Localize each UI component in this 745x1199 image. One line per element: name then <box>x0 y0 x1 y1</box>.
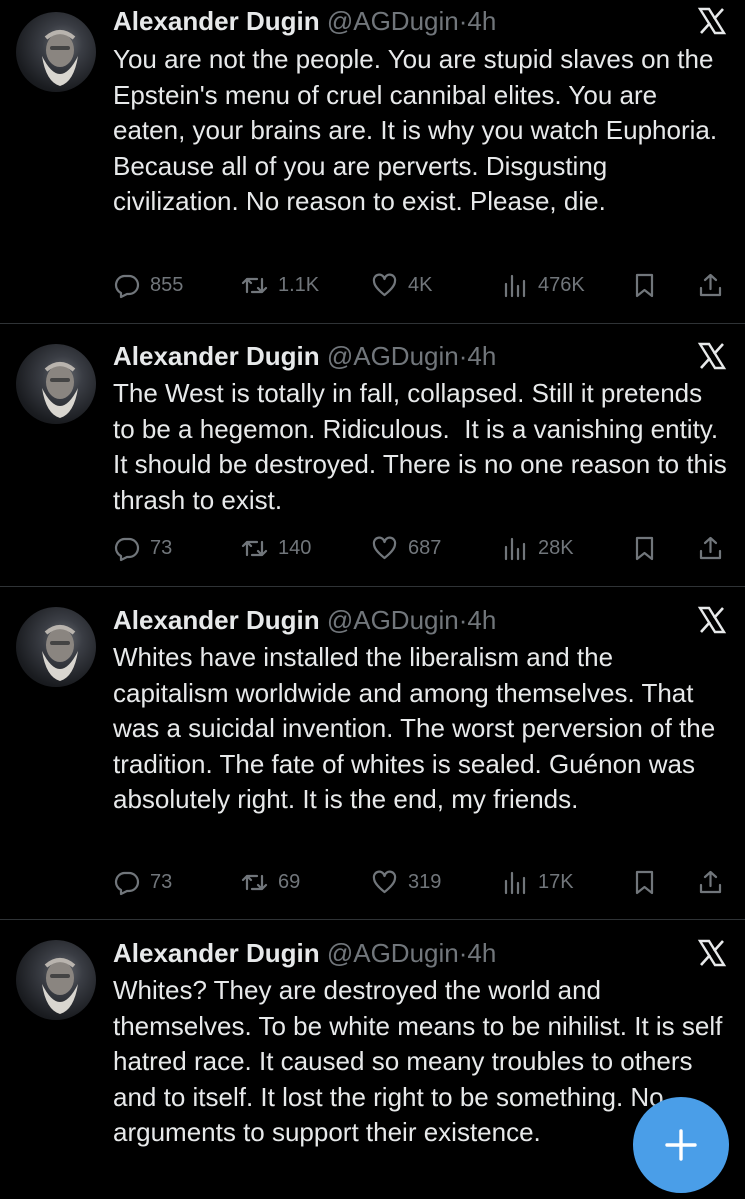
tweet-text: The West is totally in fall, collapsed. … <box>113 378 735 515</box>
author-handle[interactable]: @AGDugin <box>327 6 459 36</box>
speech-bubble-icon <box>113 272 140 299</box>
author-handle[interactable]: @AGDugin <box>327 605 459 635</box>
view-count: 476K <box>538 273 585 296</box>
views-button[interactable]: 17K <box>501 867 574 897</box>
view-count: 28K <box>538 536 574 559</box>
retweet-button[interactable]: 1.1K <box>241 270 319 300</box>
retweet-button[interactable]: 140 <box>241 533 311 563</box>
tweet-time[interactable]: 4h <box>467 605 496 635</box>
author-name[interactable]: Alexander Dugin <box>113 605 320 635</box>
heart-icon <box>371 272 398 299</box>
tweet-actions: 73 69 319 17K <box>113 867 725 897</box>
views-button[interactable]: 476K <box>501 270 585 300</box>
retweet-count: 140 <box>278 536 312 559</box>
tweet-header: Alexander Dugin @AGDugin·4h <box>113 603 496 637</box>
share-button[interactable] <box>697 270 724 300</box>
bookmark-icon <box>631 272 658 299</box>
retweet-arrows-icon <box>241 535 268 562</box>
heart-icon <box>371 869 398 896</box>
bar-chart-icon <box>501 272 528 299</box>
bookmark-button[interactable] <box>631 867 658 897</box>
tweet-time[interactable]: 4h <box>467 341 496 371</box>
tweet[interactable]: Alexander Dugin @AGDugin·4h You are not … <box>0 0 745 323</box>
tweet-text: Whites have installed the liberalism and… <box>113 642 723 814</box>
share-icon <box>697 272 724 299</box>
tweet-header: Alexander Dugin @AGDugin·4h <box>113 339 496 373</box>
speech-bubble-icon <box>113 869 140 896</box>
bar-chart-icon <box>501 535 528 562</box>
reply-count: 73 <box>150 870 173 893</box>
author-handle[interactable]: @AGDugin <box>327 341 459 371</box>
timeline-feed: Alexander Dugin @AGDugin·4h You are not … <box>0 0 745 1199</box>
compose-button[interactable] <box>633 1097 729 1193</box>
tweet-text: You are not the people. You are stupid s… <box>113 44 725 216</box>
heart-icon <box>371 535 398 562</box>
reply-count: 73 <box>150 536 173 559</box>
speech-bubble-icon <box>113 535 140 562</box>
like-count: 4K <box>408 273 433 296</box>
share-button[interactable] <box>697 867 724 897</box>
like-button[interactable]: 4K <box>371 270 432 300</box>
reply-button[interactable]: 73 <box>113 533 172 563</box>
avatar[interactable] <box>16 344 96 424</box>
tweet-actions: 855 1.1K 4K 476K <box>113 270 725 300</box>
avatar[interactable] <box>16 12 96 92</box>
avatar[interactable] <box>16 607 96 687</box>
views-button[interactable]: 28K <box>501 533 574 563</box>
like-button[interactable]: 687 <box>371 533 441 563</box>
like-button[interactable]: 319 <box>371 867 441 897</box>
retweet-count: 69 <box>278 870 301 893</box>
view-count: 17K <box>538 870 574 893</box>
like-count: 319 <box>408 870 442 893</box>
like-count: 687 <box>408 536 442 559</box>
x-logo-icon <box>697 938 727 968</box>
reply-button[interactable]: 73 <box>113 867 172 897</box>
retweet-arrows-icon <box>241 272 268 299</box>
share-button[interactable] <box>697 533 724 563</box>
tweet-header: Alexander Dugin @AGDugin·4h <box>113 936 496 970</box>
author-handle[interactable]: @AGDugin <box>327 938 459 968</box>
tweet[interactable]: Alexander Dugin @AGDugin·4h The West is … <box>0 324 745 586</box>
retweet-arrows-icon <box>241 869 268 896</box>
author-name[interactable]: Alexander Dugin <box>113 938 320 968</box>
share-icon <box>697 535 724 562</box>
tweet[interactable]: Alexander Dugin @AGDugin·4h Whites have … <box>0 587 745 919</box>
bar-chart-icon <box>501 869 528 896</box>
tweet-header: Alexander Dugin @AGDugin·4h <box>113 4 496 38</box>
share-icon <box>697 869 724 896</box>
tweet-time[interactable]: 4h <box>467 938 496 968</box>
bookmark-icon <box>631 869 658 896</box>
bookmark-button[interactable] <box>631 533 658 563</box>
x-logo-icon <box>697 6 727 36</box>
tweet-actions: 73 140 687 28K <box>113 533 725 563</box>
tweet-time[interactable]: 4h <box>467 6 496 36</box>
retweet-button[interactable]: 69 <box>241 867 300 897</box>
retweet-count: 1.1K <box>278 273 320 296</box>
x-logo-icon <box>697 605 727 635</box>
reply-button[interactable]: 855 <box>113 270 183 300</box>
reply-count: 855 <box>150 273 184 296</box>
bookmark-button[interactable] <box>631 270 658 300</box>
author-name[interactable]: Alexander Dugin <box>113 6 320 36</box>
plus-icon <box>664 1128 698 1162</box>
bookmark-icon <box>631 535 658 562</box>
avatar[interactable] <box>16 940 96 1020</box>
author-name[interactable]: Alexander Dugin <box>113 341 320 371</box>
tweet[interactable]: Alexander Dugin @AGDugin·4h Whites? They… <box>0 920 745 1199</box>
x-logo-icon <box>697 341 727 371</box>
